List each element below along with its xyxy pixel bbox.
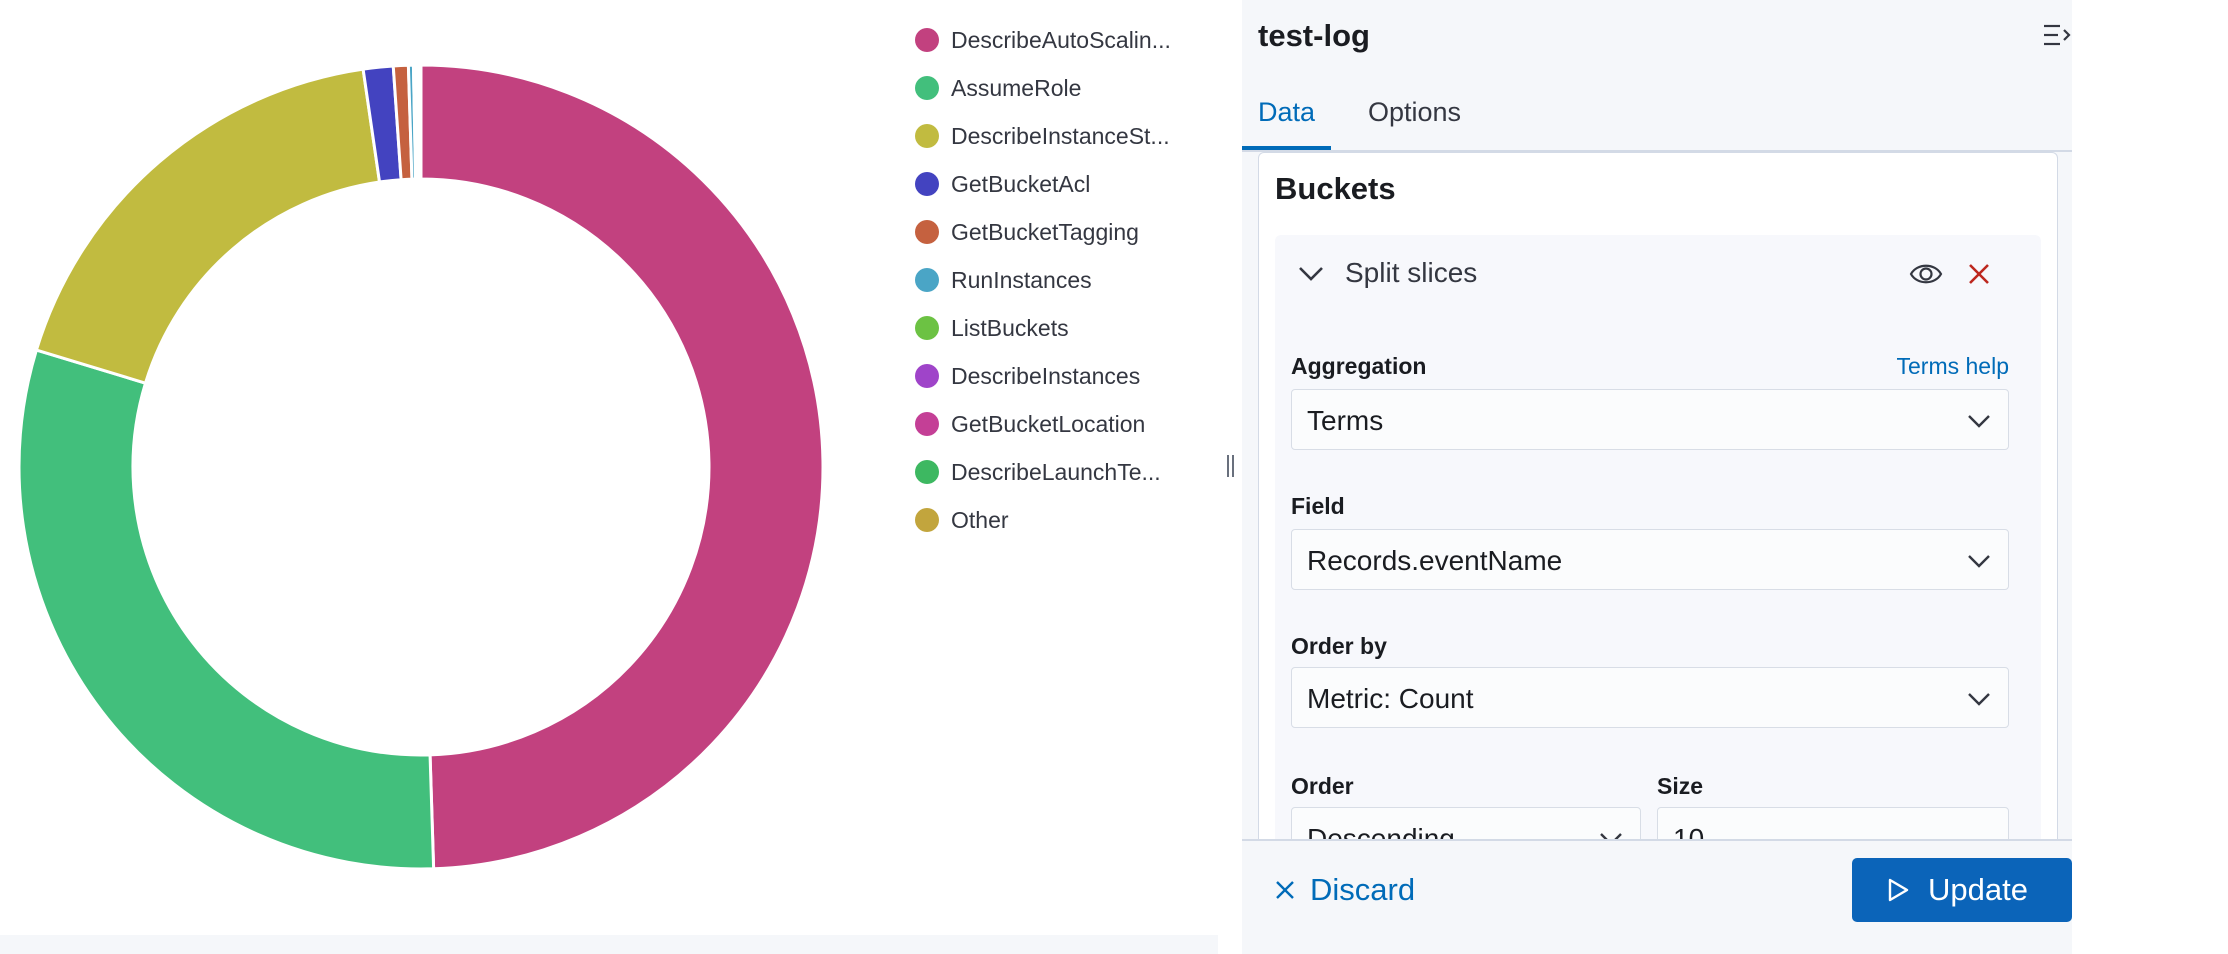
order-by-value: Metric: Count <box>1307 683 1474 714</box>
legend-color-dot <box>915 124 939 148</box>
update-button[interactable]: Update <box>1852 858 2072 922</box>
order-select[interactable]: Descending <box>1291 807 1641 839</box>
split-slices-header[interactable]: Split slices <box>1275 235 2041 315</box>
aggregation-label: Aggregation <box>1291 353 1427 379</box>
cross-icon <box>1276 881 1294 899</box>
editor-panel: test-log Data Options Buckets Split slic… <box>1242 0 2072 954</box>
legend-label: AssumeRole <box>951 74 1082 101</box>
legend-item[interactable]: GetBucketAcl <box>915 160 1205 208</box>
legend-label: ListBuckets <box>951 314 1069 341</box>
play-icon <box>1888 878 1909 902</box>
aggregation-select[interactable]: Terms <box>1291 389 2009 450</box>
legend-label: DescribeAutoScalin... <box>951 26 1171 53</box>
legend-color-dot <box>915 316 939 340</box>
order-value: Descending <box>1307 823 1455 839</box>
legend-label: RunInstances <box>951 266 1092 293</box>
chevron-down-icon <box>1968 415 1990 428</box>
editor-tabs: Data Options <box>1242 88 2072 152</box>
order-by-select[interactable]: Metric: Count <box>1291 667 2009 728</box>
tab-options[interactable]: Options <box>1352 88 1477 148</box>
buckets-card: Buckets Split slices Aggregation Terms h… <box>1258 152 2058 839</box>
legend-color-dot <box>915 364 939 388</box>
legend-item[interactable]: DescribeInstances <box>915 352 1205 400</box>
legend-color-dot <box>915 220 939 244</box>
legend-color-dot <box>915 172 939 196</box>
tab-data[interactable]: Data <box>1242 88 1332 150</box>
legend-item[interactable]: ListBuckets <box>915 304 1205 352</box>
legend-color-dot <box>915 508 939 532</box>
pie-slice[interactable] <box>17 348 436 871</box>
pie-slice[interactable] <box>34 67 382 386</box>
field-value: Records.eventName <box>1307 545 1563 576</box>
size-value: 10 <box>1673 823 1705 839</box>
size-input[interactable]: 10 <box>1657 807 2009 839</box>
legend-label: GetBucketAcl <box>951 170 1091 197</box>
panel-resize-gap <box>1218 0 1242 954</box>
terms-help-link[interactable]: Terms help <box>1897 353 2009 380</box>
donut-chart[interactable] <box>0 0 900 935</box>
field-label: Field <box>1291 493 1345 519</box>
pie-slice[interactable] <box>419 63 825 871</box>
legend-item[interactable]: AssumeRole <box>915 64 1205 112</box>
chart-legend: DescribeAutoScalin... AssumeRole DescribeI… <box>915 16 1205 544</box>
eye-icon[interactable] <box>1909 259 1943 289</box>
chevron-down-icon <box>1600 833 1622 839</box>
chevron-down-icon <box>1968 555 1990 568</box>
legend-item[interactable]: DescribeInstanceSt... <box>915 112 1205 160</box>
viz-bottom-strip <box>0 935 1242 954</box>
legend-label: DescribeInstanceSt... <box>951 122 1170 149</box>
legend-label: GetBucketTagging <box>951 218 1139 245</box>
legend-item[interactable]: GetBucketLocation <box>915 400 1205 448</box>
visualization-area: DescribeAutoScalin... AssumeRole DescribeI… <box>0 0 1218 935</box>
menu-collapse-icon[interactable] <box>2042 22 2072 48</box>
legend-item[interactable]: GetBucketTagging <box>915 208 1205 256</box>
legend-color-dot <box>915 76 939 100</box>
legend-label: DescribeInstances <box>951 362 1141 389</box>
legend-color-dot <box>915 460 939 484</box>
aggregation-value: Terms <box>1307 405 1384 436</box>
legend-label: GetBucketLocation <box>951 410 1146 437</box>
discard-label: Discard <box>1310 872 1416 907</box>
update-label: Update <box>1928 872 2028 907</box>
legend-item[interactable]: Other <box>915 496 1205 544</box>
split-slices-accordion: Split slices Aggregation Terms help Term… <box>1275 235 2041 839</box>
app-root: DescribeAutoScalin... AssumeRole DescribeI… <box>0 0 2228 954</box>
editor-bottom-bar: Discard Update <box>1242 839 2072 954</box>
field-select[interactable]: Records.eventName <box>1291 529 2009 590</box>
legend-item[interactable]: DescribeLaunchTe... <box>915 448 1205 496</box>
panel-title: test-log <box>1258 18 1370 53</box>
legend-color-dot <box>915 412 939 436</box>
editor-scroll-area[interactable]: Buckets Split slices Aggregation Terms h… <box>1258 152 2058 839</box>
buckets-title: Buckets <box>1275 171 1396 206</box>
legend-label: Other <box>951 506 1009 533</box>
cross-icon[interactable] <box>1967 262 1991 286</box>
order-label: Order <box>1291 773 1354 799</box>
chevron-down-icon[interactable] <box>1297 263 1325 285</box>
order-by-label: Order by <box>1291 633 1387 659</box>
split-slices-label[interactable]: Split slices <box>1345 257 1477 289</box>
legend-color-dot <box>915 28 939 52</box>
legend-label: DescribeLaunchTe... <box>951 458 1161 485</box>
legend-item[interactable]: RunInstances <box>915 256 1205 304</box>
pie-slice[interactable] <box>418 63 423 181</box>
legend-item[interactable]: DescribeAutoScalin... <box>915 16 1205 64</box>
size-label: Size <box>1657 773 1704 799</box>
legend-color-dot <box>915 268 939 292</box>
chevron-down-icon <box>1968 693 1990 706</box>
discard-button[interactable]: Discard <box>1274 865 1415 915</box>
panel-resize-handle[interactable] <box>1226 455 1236 477</box>
